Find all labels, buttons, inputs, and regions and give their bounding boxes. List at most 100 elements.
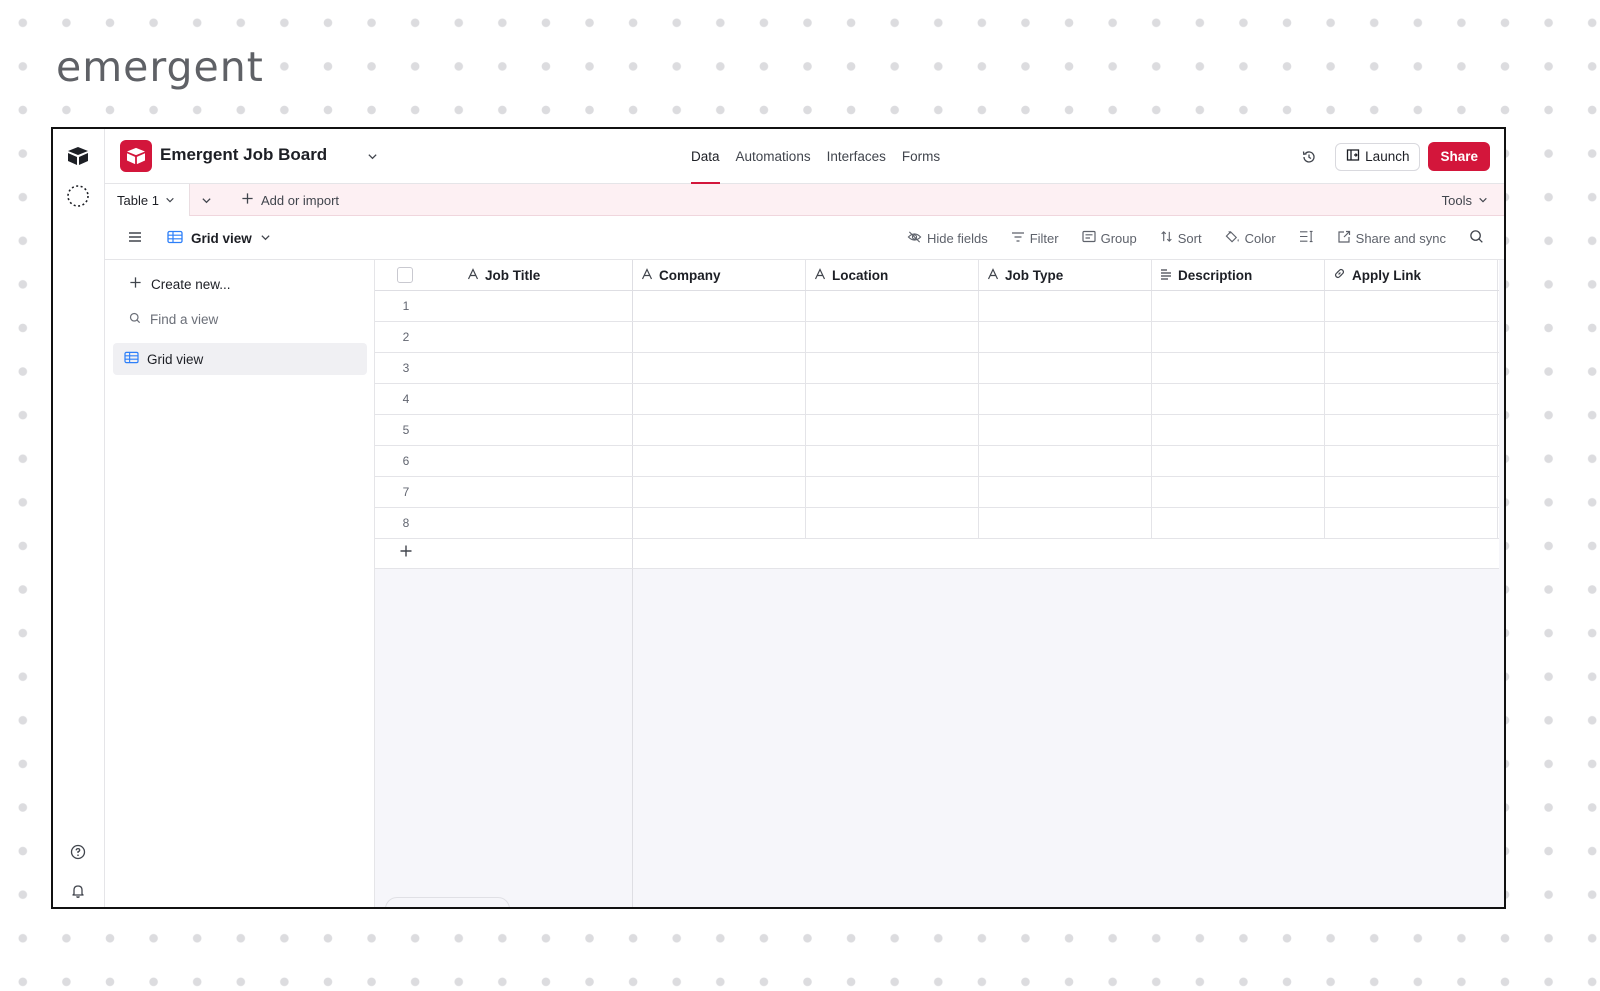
add-record-button[interactable] — [375, 539, 633, 568]
row-height-button[interactable] — [1299, 230, 1314, 246]
cell-description[interactable] — [1152, 384, 1325, 414]
tools-menu[interactable]: Tools — [1442, 184, 1488, 216]
cell-company[interactable] — [633, 477, 806, 507]
primary-column-header[interactable]: Job Title — [375, 260, 633, 290]
group-button[interactable]: Group — [1081, 230, 1137, 246]
cell-apply-link[interactable] — [1325, 415, 1498, 445]
cell-description[interactable] — [1152, 415, 1325, 445]
cell-company[interactable] — [633, 384, 806, 414]
help-icon[interactable] — [66, 840, 90, 864]
cell-apply-link[interactable] — [1325, 446, 1498, 476]
table-row[interactable]: 2 — [375, 322, 1499, 353]
cell-apply-link[interactable] — [1325, 477, 1498, 507]
launch-button[interactable]: Launch — [1335, 142, 1421, 171]
search-icon — [129, 312, 141, 327]
color-button[interactable]: Color — [1225, 230, 1276, 247]
hide-fields-button[interactable]: Hide fields — [907, 230, 988, 247]
notifications-bell-icon[interactable] — [66, 879, 90, 903]
cell-job-title[interactable]: 6 — [375, 446, 633, 476]
home-logo-icon[interactable] — [66, 144, 90, 168]
cell-description[interactable] — [1152, 291, 1325, 321]
cell-job-type[interactable] — [979, 415, 1152, 445]
search-button[interactable] — [1469, 229, 1484, 247]
cell-company[interactable] — [633, 446, 806, 476]
paint-bucket-icon — [1225, 230, 1240, 247]
view-switcher[interactable]: Grid view — [167, 216, 271, 260]
cell-job-title[interactable]: 1 — [375, 291, 633, 321]
column-header-description[interactable]: Description — [1152, 260, 1325, 290]
cell-description[interactable] — [1152, 477, 1325, 507]
base-name[interactable]: Emergent Job Board — [160, 145, 327, 165]
cell-company[interactable] — [633, 291, 806, 321]
table-row[interactable]: 3 — [375, 353, 1499, 384]
tab-forms[interactable]: Forms — [894, 129, 948, 184]
cell-job-type[interactable] — [979, 384, 1152, 414]
column-header-apply-link[interactable]: Apply Link — [1325, 260, 1498, 290]
hamburger-menu-icon[interactable] — [127, 229, 143, 250]
table-row[interactable]: 7 — [375, 477, 1499, 508]
table-row[interactable]: 1 — [375, 291, 1499, 322]
share-and-sync-button[interactable]: Share and sync — [1337, 230, 1446, 247]
cell-job-type[interactable] — [979, 508, 1152, 538]
cell-company[interactable] — [633, 353, 806, 383]
share-button[interactable]: Share — [1428, 142, 1490, 171]
sort-icon — [1160, 230, 1173, 246]
find-view-input[interactable] — [150, 312, 330, 327]
add-or-import-button[interactable]: Add or import — [241, 184, 339, 216]
cell-description[interactable] — [1152, 322, 1325, 352]
cell-job-title[interactable]: 4 — [375, 384, 633, 414]
cell-company[interactable] — [633, 322, 806, 352]
cell-job-type[interactable] — [979, 322, 1152, 352]
filter-button[interactable]: Filter — [1011, 231, 1059, 246]
cell-job-title[interactable]: 7 — [375, 477, 633, 507]
cell-job-title[interactable]: 3 — [375, 353, 633, 383]
chevron-down-icon[interactable] — [367, 149, 378, 167]
table-row[interactable]: 8 — [375, 508, 1499, 539]
column-header-job-type[interactable]: Job Type — [979, 260, 1152, 290]
cell-location[interactable] — [806, 446, 979, 476]
tab-interfaces[interactable]: Interfaces — [819, 129, 894, 184]
select-all-checkbox[interactable] — [397, 267, 413, 283]
cell-company[interactable] — [633, 415, 806, 445]
cell-apply-link[interactable] — [1325, 291, 1498, 321]
cell-description[interactable] — [1152, 508, 1325, 538]
cell-apply-link[interactable] — [1325, 384, 1498, 414]
cell-job-title[interactable]: 2 — [375, 322, 633, 352]
app-window: Emergent Job Board Data Automations Inte… — [51, 127, 1506, 909]
cell-apply-link[interactable] — [1325, 322, 1498, 352]
cell-location[interactable] — [806, 477, 979, 507]
data-grid: Job Title Company Location Job Type Desc… — [375, 260, 1499, 569]
cell-job-type[interactable] — [979, 446, 1152, 476]
cell-location[interactable] — [806, 353, 979, 383]
cell-job-type[interactable] — [979, 353, 1152, 383]
cell-location[interactable] — [806, 508, 979, 538]
app-header: Emergent Job Board Data Automations Inte… — [105, 129, 1504, 184]
cell-description[interactable] — [1152, 353, 1325, 383]
cell-job-type[interactable] — [979, 477, 1152, 507]
sort-button[interactable]: Sort — [1160, 230, 1202, 246]
history-icon[interactable] — [1295, 143, 1323, 171]
cell-apply-link[interactable] — [1325, 353, 1498, 383]
cell-location[interactable] — [806, 291, 979, 321]
table-row[interactable]: 4 — [375, 384, 1499, 415]
cell-description[interactable] — [1152, 446, 1325, 476]
cell-location[interactable] — [806, 415, 979, 445]
cell-job-title[interactable]: 5 — [375, 415, 633, 445]
column-header-company[interactable]: Company — [633, 260, 806, 290]
cell-company[interactable] — [633, 508, 806, 538]
column-header-location[interactable]: Location — [806, 260, 979, 290]
tab-automations[interactable]: Automations — [728, 129, 819, 184]
tab-data[interactable]: Data — [683, 129, 728, 184]
cell-location[interactable] — [806, 322, 979, 352]
table-tab[interactable]: Table 1 — [105, 184, 190, 216]
sidebar-item-grid-view[interactable]: Grid view — [113, 343, 367, 375]
cell-job-type[interactable] — [979, 291, 1152, 321]
cell-location[interactable] — [806, 384, 979, 414]
cell-job-title[interactable]: 8 — [375, 508, 633, 538]
workspace-icon[interactable] — [66, 184, 90, 208]
table-row[interactable]: 5 — [375, 415, 1499, 446]
table-row[interactable]: 6 — [375, 446, 1499, 477]
cell-apply-link[interactable] — [1325, 508, 1498, 538]
all-tables-chevron-icon[interactable] — [201, 193, 212, 211]
create-new-view-button[interactable]: Create new... — [129, 276, 231, 292]
